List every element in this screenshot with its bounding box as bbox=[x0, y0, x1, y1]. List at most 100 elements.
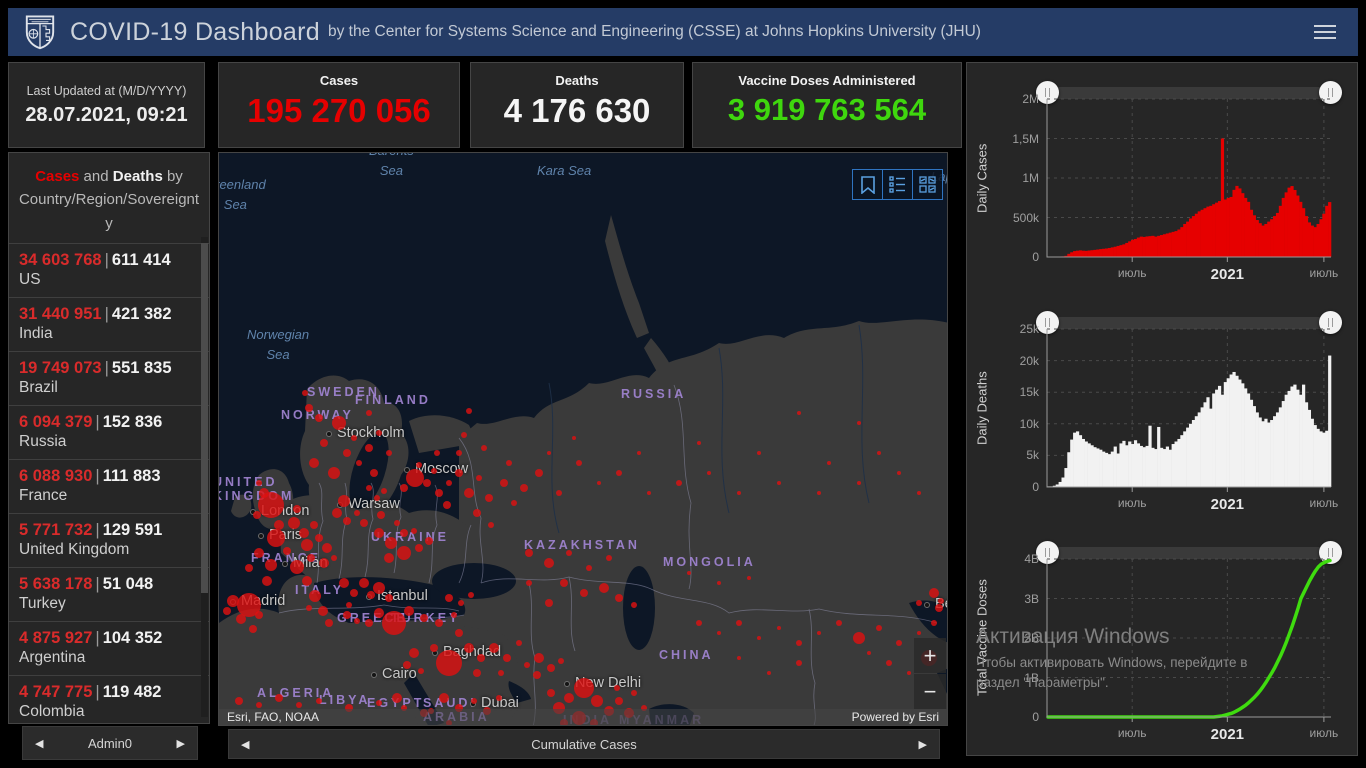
case-bubble[interactable] bbox=[697, 441, 701, 445]
case-bubble[interactable] bbox=[547, 451, 551, 455]
case-bubble[interactable] bbox=[524, 662, 530, 668]
case-bubble[interactable] bbox=[506, 460, 512, 466]
case-bubble[interactable] bbox=[877, 451, 881, 455]
case-bubble[interactable] bbox=[436, 650, 462, 676]
case-bubble[interactable] bbox=[259, 488, 269, 498]
case-bubble[interactable] bbox=[262, 576, 272, 586]
case-bubble[interactable] bbox=[461, 432, 467, 438]
case-bubble[interactable] bbox=[296, 702, 302, 708]
time-range-slider[interactable] bbox=[1047, 87, 1331, 99]
case-bubble[interactable] bbox=[354, 618, 360, 624]
case-bubble[interactable] bbox=[615, 697, 623, 705]
case-bubble[interactable] bbox=[525, 549, 533, 557]
case-bubble[interactable] bbox=[354, 510, 360, 516]
case-bubble[interactable] bbox=[466, 408, 472, 414]
case-bubble[interactable] bbox=[366, 410, 372, 416]
case-bubble[interactable] bbox=[255, 611, 263, 619]
case-bubble[interactable] bbox=[288, 517, 300, 529]
case-bubble[interactable] bbox=[917, 631, 921, 635]
country-row[interactable]: 4 875 927 | 104 352 Argentina bbox=[9, 620, 209, 675]
case-bubble[interactable] bbox=[545, 599, 553, 607]
case-bubble[interactable] bbox=[560, 579, 568, 587]
case-bubble[interactable] bbox=[468, 592, 474, 598]
case-bubble[interactable] bbox=[423, 479, 431, 487]
case-bubble[interactable] bbox=[307, 554, 315, 562]
case-bubble[interactable] bbox=[496, 695, 502, 701]
case-bubble[interactable] bbox=[572, 436, 576, 440]
country-row[interactable]: 6 094 379 | 152 836 Russia bbox=[9, 404, 209, 459]
case-bubble[interactable] bbox=[400, 529, 408, 537]
country-row[interactable]: 31 440 951 | 421 382 India bbox=[9, 296, 209, 351]
case-bubble[interactable] bbox=[736, 620, 742, 626]
case-bubble[interactable] bbox=[366, 485, 372, 491]
case-bubble[interactable] bbox=[857, 481, 861, 485]
case-bubble[interactable] bbox=[455, 629, 463, 637]
case-bubble[interactable] bbox=[400, 484, 408, 492]
case-bubble[interactable] bbox=[350, 589, 358, 597]
case-bubble[interactable] bbox=[331, 555, 337, 561]
case-bubble[interactable] bbox=[256, 702, 262, 708]
legend-button[interactable] bbox=[882, 169, 913, 200]
case-bubble[interactable] bbox=[315, 534, 323, 542]
case-bubble[interactable] bbox=[876, 625, 882, 631]
case-bubble[interactable] bbox=[533, 671, 541, 679]
case-bubble[interactable] bbox=[797, 411, 801, 415]
case-bubble[interactable] bbox=[566, 550, 572, 556]
case-bubble[interactable] bbox=[310, 521, 318, 529]
case-bubble[interactable] bbox=[404, 606, 414, 616]
case-bubble[interactable] bbox=[916, 600, 922, 606]
case-bubble[interactable] bbox=[917, 491, 921, 495]
zoom-out-button[interactable]: − bbox=[914, 674, 946, 709]
case-bubble[interactable] bbox=[343, 611, 351, 619]
case-bubble[interactable] bbox=[796, 660, 802, 666]
case-bubble[interactable] bbox=[451, 612, 457, 618]
case-bubble[interactable] bbox=[827, 461, 831, 465]
case-bubble[interactable] bbox=[290, 560, 304, 574]
case-bubble[interactable] bbox=[316, 698, 322, 704]
admin-next-icon[interactable]: ▶ bbox=[165, 737, 197, 750]
case-bubble[interactable] bbox=[857, 421, 861, 425]
case-bubble[interactable] bbox=[929, 588, 939, 598]
case-bubble[interactable] bbox=[534, 653, 544, 663]
case-bubble[interactable] bbox=[796, 640, 802, 646]
case-bubble[interactable] bbox=[647, 491, 651, 495]
case-bubble[interactable] bbox=[471, 698, 477, 704]
case-bubble[interactable] bbox=[637, 451, 641, 455]
case-bubble[interactable] bbox=[392, 693, 402, 703]
case-bubble[interactable] bbox=[431, 468, 437, 474]
case-bubble[interactable] bbox=[339, 578, 349, 588]
case-bubble[interactable] bbox=[473, 669, 481, 677]
case-bubble[interactable] bbox=[867, 651, 871, 655]
case-bubble[interactable] bbox=[322, 543, 332, 553]
case-bubble[interactable] bbox=[757, 451, 761, 455]
case-bubble[interactable] bbox=[717, 581, 721, 585]
case-bubble[interactable] bbox=[293, 505, 301, 513]
case-bubble[interactable] bbox=[511, 500, 517, 506]
case-bubble[interactable] bbox=[406, 469, 424, 487]
case-bubble[interactable] bbox=[256, 480, 262, 486]
case-bubble[interactable] bbox=[676, 480, 682, 486]
case-bubble[interactable] bbox=[245, 564, 253, 572]
case-bubble[interactable] bbox=[606, 555, 612, 561]
case-bubble[interactable] bbox=[235, 697, 243, 705]
case-bubble[interactable] bbox=[346, 602, 352, 608]
case-bubble[interactable] bbox=[332, 508, 342, 518]
case-bubble[interactable] bbox=[516, 640, 522, 646]
case-bubble[interactable] bbox=[253, 511, 261, 519]
case-bubble[interactable] bbox=[384, 553, 394, 563]
case-bubble[interactable] bbox=[376, 700, 382, 706]
case-bubble[interactable] bbox=[576, 460, 582, 466]
case-bubble[interactable] bbox=[418, 668, 424, 674]
map-mode-prev-icon[interactable]: ◀ bbox=[229, 738, 261, 751]
case-bubble[interactable] bbox=[564, 693, 574, 703]
hamburger-menu-icon[interactable] bbox=[1308, 19, 1342, 45]
country-row[interactable]: 4 747 775 | 119 482 Colombia bbox=[9, 674, 209, 723]
case-bubble[interactable] bbox=[365, 619, 373, 627]
case-bubble[interactable] bbox=[897, 471, 901, 475]
case-bubble[interactable] bbox=[249, 625, 257, 633]
case-bubble[interactable] bbox=[455, 469, 463, 477]
case-bubble[interactable] bbox=[223, 607, 231, 615]
case-bubble[interactable] bbox=[498, 670, 504, 676]
case-bubble[interactable] bbox=[535, 469, 543, 477]
map-mode-next-icon[interactable]: ▶ bbox=[907, 738, 939, 751]
